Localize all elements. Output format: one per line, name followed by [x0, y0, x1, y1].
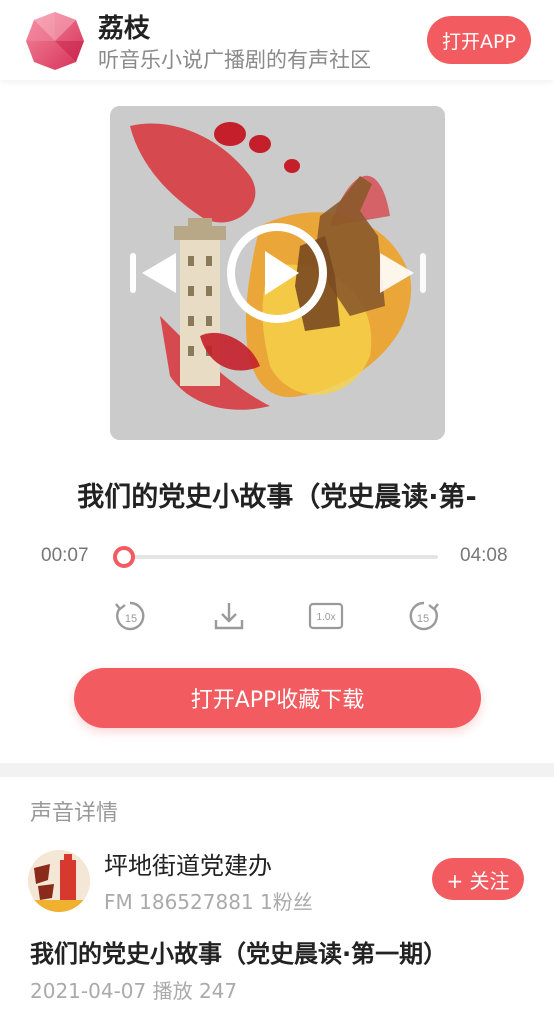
lychee-logo-icon	[26, 12, 84, 70]
previous-icon[interactable]	[128, 250, 180, 296]
svg-text:15: 15	[125, 613, 137, 625]
track-title: 我们的党史小故事（党史晨读·第-	[77, 482, 477, 513]
app-name: 荔枝	[98, 14, 151, 44]
section-divider	[0, 763, 554, 777]
episode-title: 我们的党史小故事（党史晨读·第一期）	[30, 940, 448, 968]
total-time: 04:08	[460, 545, 508, 566]
episode-meta: 2021-04-07 播放 247	[30, 979, 238, 1003]
play-icon[interactable]	[225, 221, 329, 325]
open-app-button[interactable]: 打开APP	[427, 16, 531, 64]
download-icon[interactable]	[211, 598, 247, 634]
svg-text:15: 15	[417, 613, 429, 625]
open-app-collect-download-button[interactable]: 打开APP收藏下载	[74, 668, 481, 728]
avatar[interactable]	[28, 850, 90, 912]
follow-button[interactable]: + 关注	[432, 858, 524, 900]
progress-track[interactable]	[120, 555, 438, 559]
next-icon[interactable]	[376, 250, 428, 296]
rewind-15-icon[interactable]: 15	[112, 598, 148, 634]
author-meta: FM 186527881 1粉丝	[104, 890, 313, 914]
speed-icon[interactable]: 1.0x	[308, 598, 344, 634]
cover-art	[110, 106, 445, 440]
avatar-image	[28, 850, 90, 912]
app-slogan: 听音乐小说广播剧的有声社区	[98, 48, 371, 72]
section-label: 声音详情	[30, 801, 119, 826]
top-header: 荔枝 听音乐小说广播剧的有声社区 打开APP	[0, 0, 554, 80]
forward-15-icon[interactable]: 15	[406, 598, 442, 634]
svg-text:1.0x: 1.0x	[317, 612, 336, 623]
current-time: 00:07	[41, 545, 89, 566]
author-name[interactable]: 坪地街道党建办	[104, 846, 272, 881]
progress-thumb[interactable]	[113, 546, 135, 568]
